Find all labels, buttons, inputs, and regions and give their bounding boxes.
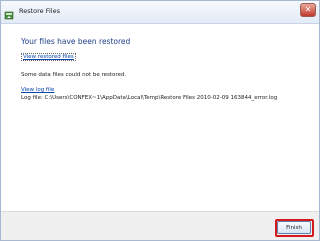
window-title: Restore Files [19,7,60,15]
title-bar[interactable]: Restore Files ✕ [1,1,319,24]
partial-restore-message: Some data files could not be restored. [21,72,127,78]
restore-files-icon [4,6,15,20]
close-button[interactable]: ✕ [300,3,316,17]
view-restored-files-link[interactable]: View restored files [21,53,76,61]
view-log-file-link[interactable]: View log file [21,87,54,93]
close-icon: ✕ [304,5,312,14]
page-heading: Your files have been restored [21,37,131,46]
finish-button[interactable]: Finish [277,221,311,234]
footer-bar: Finish [1,211,319,240]
log-file-path: Log file: C:\Users\CONFEX~1\AppData\Loca… [21,95,278,101]
restore-files-window: Restore Files ✕ Your files have been res… [0,0,320,241]
